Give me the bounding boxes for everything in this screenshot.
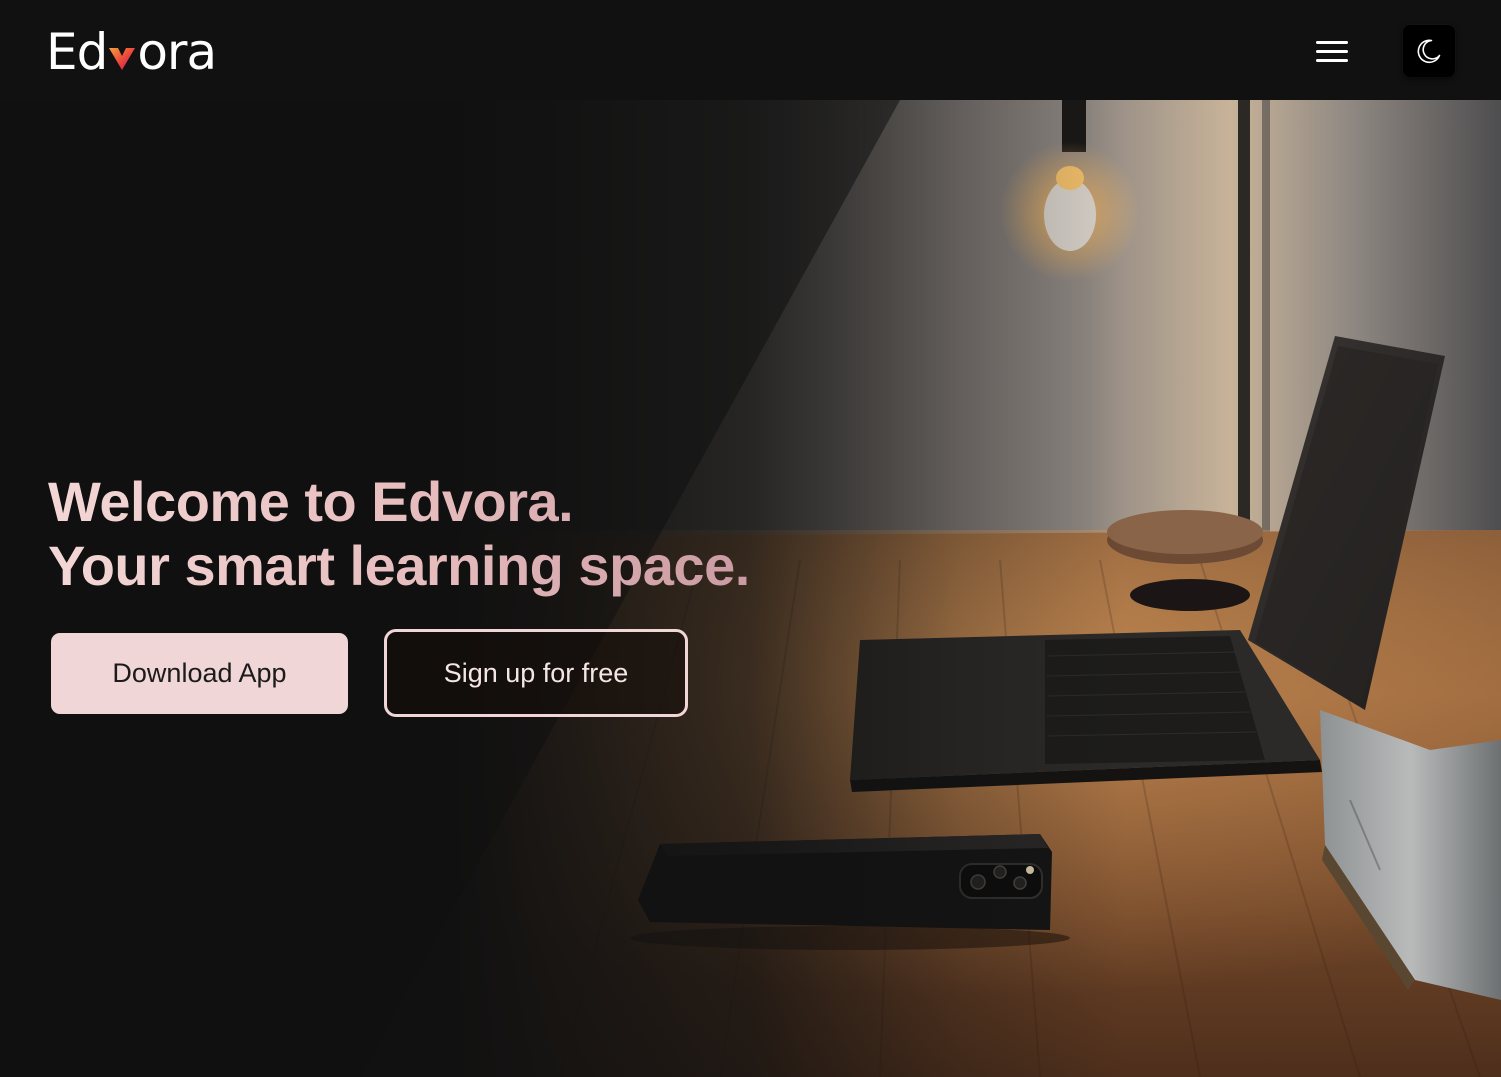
- hero-headline: Welcome to Edvora. Your smart learning s…: [48, 470, 750, 598]
- download-app-button[interactable]: Download App: [51, 633, 348, 714]
- edvora-logo[interactable]: Ed ora: [46, 23, 217, 81]
- logo-text-start: Ed: [46, 23, 108, 81]
- logo-v-icon: [107, 26, 137, 78]
- top-navigation-bar: Ed ora: [0, 0, 1501, 100]
- sign-up-button[interactable]: Sign up for free: [384, 629, 688, 717]
- theme-toggle-button[interactable]: [1403, 25, 1455, 77]
- menu-bar-bottom: [1316, 58, 1348, 62]
- moon-icon: [1417, 39, 1441, 64]
- logo-text-end: ora: [137, 23, 217, 81]
- menu-bar-middle: [1316, 49, 1348, 53]
- hero-headline-line-1: Welcome to Edvora.: [48, 470, 750, 534]
- hero-headline-line-2: Your smart learning space.: [48, 534, 750, 597]
- menu-bar-top: [1316, 40, 1348, 44]
- hero-section: Welcome to Edvora. Your smart learning s…: [0, 100, 1501, 1077]
- hamburger-menu-icon[interactable]: [1310, 32, 1354, 70]
